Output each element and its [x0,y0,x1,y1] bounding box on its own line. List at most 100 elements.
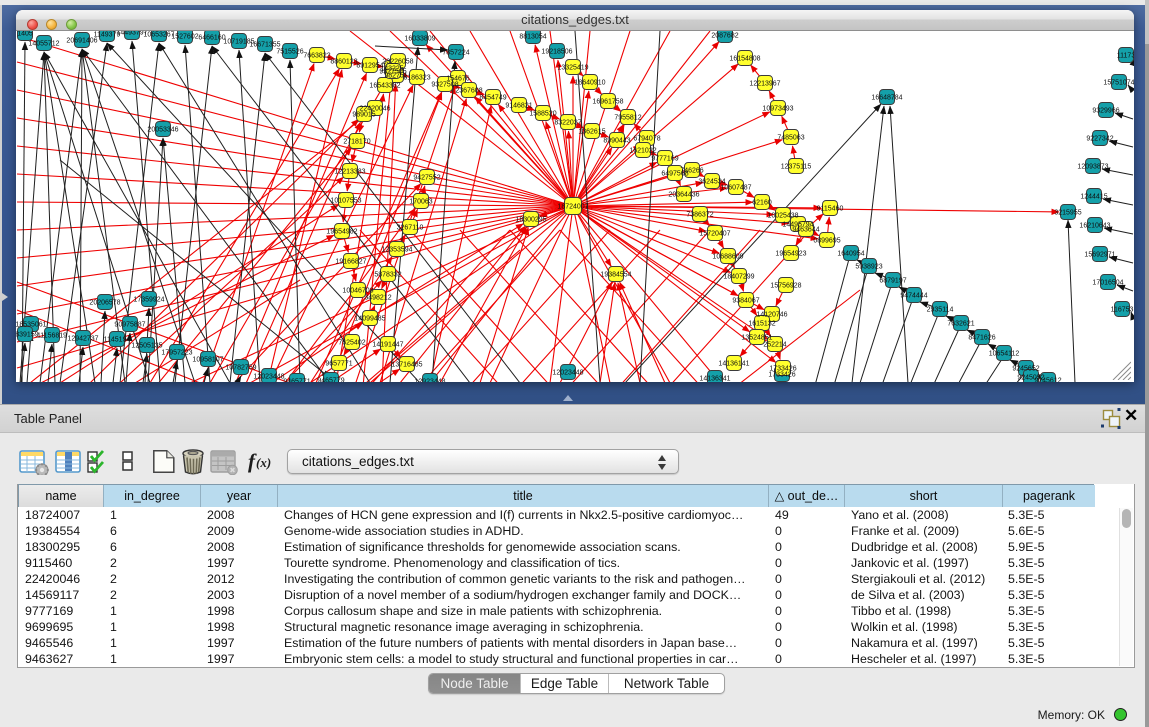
svg-text:13524851: 13524851 [741,334,772,341]
svg-text:9474444: 9474444 [900,292,927,299]
svg-text:23226058: 23226058 [382,58,413,65]
svg-text:16648784: 16648784 [871,94,902,101]
svg-text:18724007: 18724007 [557,203,588,210]
svg-text:10688609: 10688609 [712,253,743,260]
svg-text:15756928: 15756928 [770,282,801,289]
svg-text:10973493: 10973493 [762,105,793,112]
svg-text:6466160: 6466160 [198,34,225,41]
svg-text:15692971: 15692971 [1084,251,1115,258]
svg-text:10958107: 10958107 [192,356,223,363]
svg-text:3267110: 3267110 [397,224,424,231]
svg-text:8454749: 8454749 [479,94,506,101]
svg-text:1588520: 1588520 [529,110,556,117]
svg-text:10654112: 10654112 [989,350,1020,357]
svg-text:12023448: 12023448 [552,369,583,376]
svg-text:14055712: 14055712 [28,40,59,47]
svg-text:8860123: 8860123 [330,58,357,65]
svg-text:19218506: 19218506 [541,48,572,55]
svg-text:11173: 11173 [1117,52,1134,59]
svg-text:16210643: 16210643 [1079,222,1110,229]
svg-text:17359924: 17359924 [133,296,164,303]
svg-text:15751074: 15751074 [1103,79,1134,86]
svg-text:16671355: 16671355 [249,41,280,48]
svg-text:9146821: 9146821 [505,102,532,109]
svg-text:13325419: 13325419 [557,64,588,71]
svg-text:10607487: 10607487 [720,184,751,191]
svg-text:9245652: 9245652 [1012,365,1039,372]
svg-text:116753: 116753 [1111,306,1134,313]
svg-text:18535061: 18535061 [16,321,47,328]
svg-text:19654982: 19654982 [326,228,357,235]
svg-text:2367608: 2367608 [455,87,482,94]
svg-text:12213383: 12213383 [334,168,365,175]
svg-text:12353594: 12353594 [381,246,412,253]
svg-text:3215955: 3215955 [1054,209,1081,216]
svg-text:252214: 252214 [763,341,786,348]
svg-text:14136141: 14136141 [718,360,749,367]
svg-text:12923448: 12923448 [414,378,445,382]
svg-text:90975887: 90975887 [114,321,145,328]
svg-text:10046708: 10046708 [342,287,373,294]
svg-text:18640910: 18640910 [574,79,605,86]
svg-text:20364436: 20364436 [668,191,699,198]
svg-text:12093873: 12093873 [1077,163,1108,170]
svg-text:8471626: 8471626 [968,334,995,341]
svg-text:10107553: 10107553 [330,197,361,204]
svg-text:8186323: 8186323 [403,74,430,81]
svg-text:8322037: 8322037 [554,119,581,126]
svg-text:18300295: 18300295 [515,216,546,223]
svg-text:62160: 62160 [752,199,772,206]
svg-text:20206578: 20206578 [89,299,120,306]
svg-text:746266: 746266 [680,167,703,174]
svg-text:5878332: 5878332 [374,271,401,278]
svg-text:(x): (x) [256,455,271,470]
svg-text:17957223: 17957223 [161,349,192,356]
svg-text:12942737: 12942737 [67,335,98,342]
svg-text:7663822: 7663822 [303,52,330,59]
svg-text:10025438: 10025438 [767,212,798,219]
svg-text:19384554: 19384554 [600,271,631,278]
svg-text:1362615: 1362615 [578,128,605,135]
svg-text:14120746: 14120746 [756,311,787,318]
svg-text:15720407: 15720407 [699,230,730,237]
svg-text:9329966: 9329966 [1092,107,1119,114]
svg-text:16033809: 16033809 [404,35,435,42]
svg-text:19166827: 19166827 [335,258,366,265]
svg-text:9465779: 9465779 [317,377,344,382]
svg-text:12213967: 12213967 [749,80,780,87]
svg-text:1621022: 1621022 [629,147,656,154]
svg-text:14191447: 14191447 [372,341,403,348]
svg-text:9227342: 9227342 [1086,135,1113,142]
svg-text:9115460: 9115460 [817,205,844,212]
svg-text:12023448: 12023448 [253,373,284,380]
svg-text:6879197: 6879197 [879,277,906,284]
svg-text:10653267: 10653267 [143,31,174,38]
svg-text:12505135: 12505135 [131,342,162,349]
svg-text:2935114: 2935114 [927,306,954,313]
svg-text:2718170: 2718170 [343,138,370,145]
svg-text:3498212: 3498212 [364,294,391,301]
svg-text:989015: 989015 [352,111,375,118]
svg-text:19654923: 19654923 [775,250,806,257]
svg-text:13716485: 13716485 [391,361,422,368]
svg-text:1640954: 1640954 [837,250,864,257]
svg-text:6794078: 6794078 [633,135,660,142]
svg-text:14099485: 14099485 [354,315,385,322]
svg-text:18407299: 18407299 [723,273,754,280]
svg-text:2087682: 2087682 [711,32,738,39]
svg-text:170063: 170063 [409,198,432,205]
svg-text:9465771: 9465771 [283,378,310,382]
svg-text:16154808: 16154808 [729,55,760,62]
svg-text:12375115: 12375115 [781,163,812,170]
svg-text:16961758: 16961758 [592,98,623,105]
svg-text:8990443: 8990443 [603,137,630,144]
svg-text:8813054: 8813054 [519,33,546,40]
svg-text:9657771: 9657771 [325,360,352,367]
svg-text:1405: 1405 [17,31,33,37]
svg-text:7515526: 7515526 [276,48,303,55]
svg-text:20691406: 20691406 [66,37,97,44]
svg-text:20053346: 20053346 [147,126,178,133]
svg-text:9463644: 9463644 [792,226,819,233]
svg-text:0899695: 0899695 [813,237,840,244]
svg-text:9384067: 9384067 [732,297,759,304]
